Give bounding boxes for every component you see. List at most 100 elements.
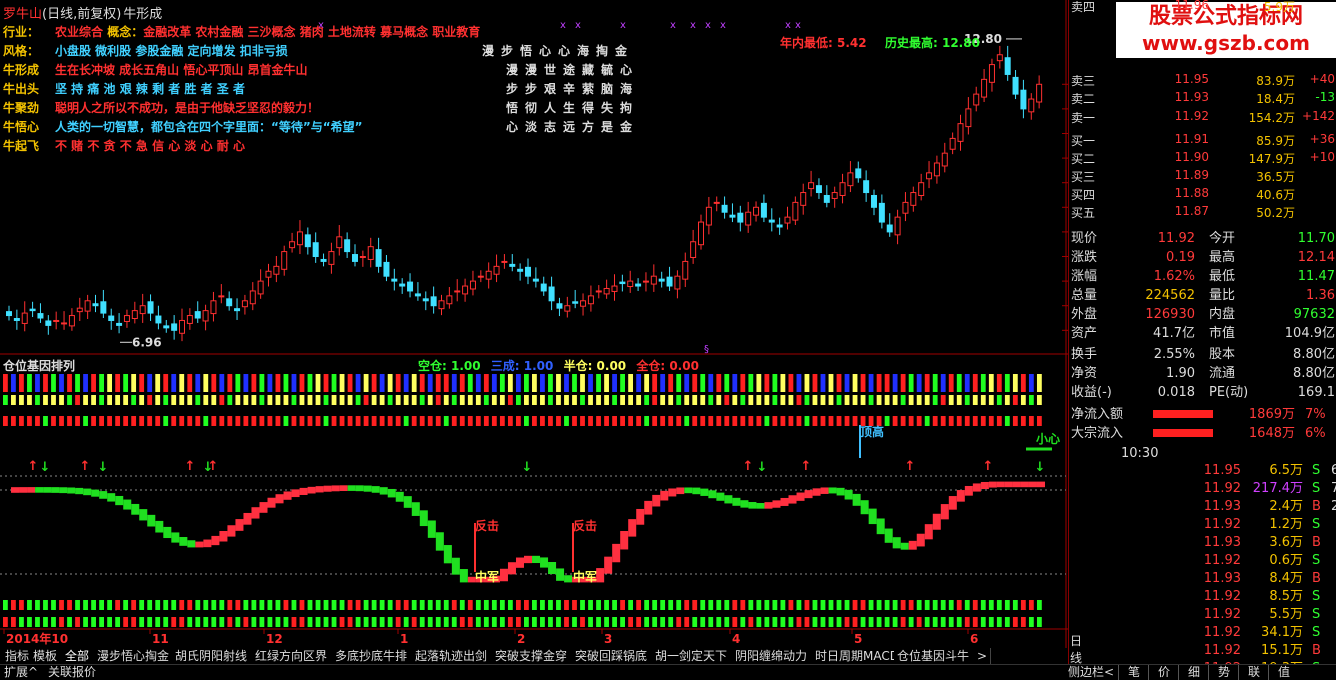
bottom-bar [251,600,257,610]
tick-side: S [1312,517,1321,532]
gene-bar [267,395,273,405]
tick-row[interactable]: 11.95 6.5万 S 6 [1069,462,1336,480]
ask-row[interactable]: 卖三 11.95 83.9万 +40 [1069,72,1336,90]
tick-row[interactable]: 11.93 3.6万 B [1069,534,1336,552]
gene-bar [788,395,794,405]
tick-row[interactable]: 11.92 8.5万 S [1069,588,1336,606]
bottom-bar [580,600,585,610]
gene-bar [580,395,585,405]
tab-11[interactable]: 阴阳缠绵动力 [732,648,813,664]
tab-4[interactable]: 胡氏阴阳射线 [172,648,253,664]
candle-body [493,265,500,275]
gene-bar [972,395,978,405]
gene-bar [435,395,441,405]
bottom-tab[interactable]: 值 [1268,665,1299,680]
bottom-bar [139,617,145,627]
bottom-bar [748,617,754,627]
bottom-tab[interactable]: 势 [1208,665,1239,680]
gene-bar [323,395,329,405]
osc-ribbon [796,492,805,501]
candle-body [642,280,649,283]
tab-7[interactable]: 起落轨迹出剑 [412,648,493,664]
gene-bar [684,374,690,392]
tick-row[interactable]: 11.92 0.6万 S [1069,552,1336,570]
candle-body [257,280,264,295]
gene-bar [940,374,946,392]
stat-empty: 空仓: 1.00 [418,359,481,373]
tab-5[interactable]: 红绿方向区界 [252,648,333,664]
ask-row[interactable]: 卖一 11.92 154.2万 +142 [1069,109,1336,127]
tick-row[interactable]: 11.92 217.4万 S 71 [1069,480,1336,498]
bid-row[interactable]: 买二 11.90 147.9万 +10 [1069,150,1336,168]
tick-row[interactable]: 11.92 1.2万 S [1069,516,1336,534]
gene-bar [427,416,433,426]
candle-body [68,315,75,327]
tab-2[interactable]: 全部 [62,648,95,664]
candle-body [855,168,862,179]
ask-row[interactable]: 卖二 11.93 18.4万 -13 [1069,90,1336,108]
tab-14[interactable]: > [974,648,991,664]
bid-row[interactable]: 买一 11.91 85.9万 +36 [1069,132,1336,150]
ask-row[interactable]: 卖四 11.96 5.9万 [1069,0,1336,16]
info-label: 牛出头 [3,82,40,96]
gene-bar [796,395,802,405]
bottom-bar [748,600,754,610]
candle-body [996,54,1003,62]
bottom-bar [75,617,80,627]
bottom-bar [740,617,746,627]
gene-bar [227,395,233,405]
tick-volume: 15.1万 [1261,643,1303,658]
tick-row[interactable]: 11.93 8.4万 B [1069,570,1336,588]
bid-name: 买二 [1071,152,1096,166]
osc-ribbon [668,488,677,497]
tick-row[interactable]: 11.92 34.1万 S [1069,624,1336,642]
gene-bar [860,374,866,392]
tab-10[interactable]: 胡一剑定天下 [652,648,733,664]
bottom-bar [724,617,730,627]
osc-ribbon [75,487,84,495]
tab-1[interactable]: 模板 [30,648,63,664]
osc-ribbon [828,487,837,494]
bottom-tab[interactable]: 细 [1178,665,1209,680]
bottom-bar [956,617,962,627]
chart-area[interactable]: 12.0011.5011.0010.5010.009.509.008.508.0… [0,0,1336,665]
sidebar-toggle[interactable]: 侧边栏< [1068,665,1114,680]
date-label: 6 [970,632,978,646]
gene-bar [11,416,16,426]
tab-13[interactable]: 仓位基因斗牛 [894,648,975,664]
tab-8[interactable]: 突破支撑金穿 [492,648,573,664]
expand-button[interactable]: 扩展^ [4,665,38,680]
gene-bar [299,395,305,405]
gene-bar [419,374,425,392]
bid-row[interactable]: 买四 11.88 40.6万 [1069,186,1336,204]
tab-3[interactable]: 漫步悟心掏金 [94,648,173,664]
bottom-tab[interactable]: 笔 [1118,665,1149,680]
bottom-bar [107,617,113,627]
tick-row[interactable]: 11.92 5.5万 S [1069,606,1336,624]
tab-6[interactable]: 多底抄底牛排 [332,648,413,664]
gene-bar [636,395,642,405]
gene-bar [828,374,834,392]
tick-row[interactable]: 11.92 15.1万 B [1069,642,1336,660]
tab-0[interactable]: 指标 [2,648,31,664]
bottom-bar [732,617,738,627]
tick-row[interactable]: 11.93 2.4万 B 2 [1069,498,1336,516]
bid-row[interactable]: 买三 11.89 36.5万 [1069,168,1336,186]
gene-bar [940,395,946,405]
stat-name: 市值 [1209,326,1236,341]
bottom-tab[interactable]: 联 [1238,665,1269,680]
gene-bar [740,416,746,426]
related-quotes-button[interactable]: 关联报价 [48,665,96,680]
candle-body [123,315,130,322]
osc-ribbon [131,503,140,515]
gene-bar [788,374,794,392]
gene-bar [483,374,489,392]
bottom-bar [876,600,882,610]
tab-12[interactable]: 时日周期MACD [812,648,899,664]
bottom-tab[interactable]: 价 [1148,665,1179,680]
tab-9[interactable]: 突破回踩锅底 [572,648,653,664]
bottom-bar [419,600,425,610]
bid-row[interactable]: 买五 11.87 50.2万 [1069,204,1336,222]
gene-bar [908,374,914,392]
bottom-bar [540,600,545,610]
